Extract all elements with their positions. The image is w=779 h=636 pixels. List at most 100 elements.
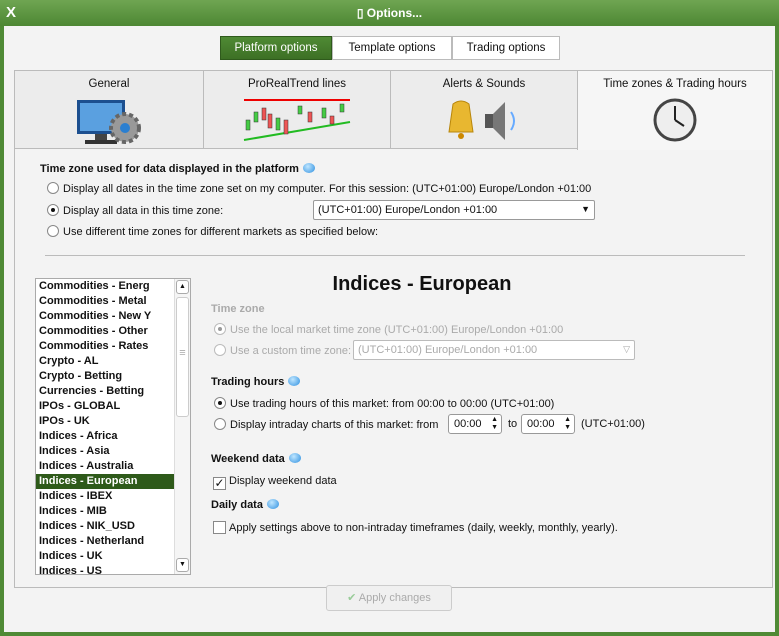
- tab-prorealtrend-lines[interactable]: ProRealTrend lines: [203, 70, 391, 149]
- market-list[interactable]: Commodities - Energ Commodities - Metal Co…: [35, 278, 191, 575]
- radio-label: Display intraday charts of this market: …: [230, 419, 439, 431]
- trendline-chart-icon: [243, 99, 351, 141]
- radio-icon[interactable]: [47, 182, 59, 194]
- radio-icon[interactable]: [214, 323, 226, 335]
- tab-general[interactable]: General: [14, 70, 204, 149]
- tab-alerts-sounds[interactable]: Alerts & Sounds: [390, 70, 578, 149]
- daily-data-heading: Daily data: [211, 499, 279, 511]
- window-title-text: Options...: [366, 6, 423, 20]
- heading-text: Time zone used for data displayed in the…: [40, 163, 299, 175]
- utc-label: (UTC+01:00): [581, 418, 645, 430]
- radio-different-timezones[interactable]: Use different time zones for different m…: [47, 225, 378, 238]
- timezone-heading: Time zone used for data displayed in the…: [40, 163, 315, 175]
- stepper-arrows-icon[interactable]: ▲ ▼: [491, 416, 498, 432]
- timezone-select[interactable]: (UTC+01:00) Europe/London +01:00 ▼: [313, 200, 595, 220]
- radio-label: Use different time zones for different m…: [63, 226, 379, 238]
- list-item[interactable]: Indices - IBEX: [36, 489, 174, 504]
- scrollbar[interactable]: ▲ ≡ ▼: [174, 279, 190, 574]
- scroll-up-button[interactable]: ▲: [176, 280, 189, 294]
- radio-label: Display all dates in the time zone set o…: [63, 183, 592, 195]
- radio-custom-intraday-hours[interactable]: Display intraday charts of this market: …: [214, 418, 438, 431]
- list-item[interactable]: Commodities - New Y: [36, 309, 174, 324]
- market-title: Indices - European: [332, 273, 512, 295]
- list-item[interactable]: Crypto - Betting: [36, 369, 174, 384]
- from-time-stepper[interactable]: 00:00 ▲ ▼: [448, 414, 502, 434]
- radio-label: Use trading hours of this market: from 0…: [230, 398, 555, 410]
- select-value: (UTC+01:00) Europe/London +01:00: [358, 344, 538, 356]
- list-item[interactable]: Indices - MIB: [36, 504, 174, 519]
- checkmark-icon: ✔: [347, 592, 359, 604]
- radio-icon[interactable]: [47, 204, 59, 216]
- daily-data-checkbox[interactable]: Apply settings above to non-intraday tim…: [213, 521, 618, 534]
- list-item[interactable]: Indices - UK: [36, 549, 174, 564]
- list-item[interactable]: Indices - Netherland: [36, 534, 174, 549]
- list-item[interactable]: IPOs - UK: [36, 414, 174, 429]
- candlestick-icon: ▯: [356, 6, 367, 20]
- list-item[interactable]: Commodities - Metal: [36, 294, 174, 309]
- list-item[interactable]: Indices - European: [36, 474, 174, 489]
- heading-text: Trading hours: [211, 376, 285, 388]
- help-bubble-icon[interactable]: [288, 453, 301, 463]
- list-item[interactable]: Commodities - Rates: [36, 339, 174, 354]
- radio-local-market-timezone[interactable]: Use the local market time zone (UTC+01:0…: [214, 323, 563, 336]
- chevron-down-icon: ▽: [623, 344, 630, 354]
- divider: [45, 255, 745, 256]
- weekend-data-heading: Weekend data: [211, 453, 301, 465]
- list-item[interactable]: Indices - Asia: [36, 444, 174, 459]
- radio-icon[interactable]: [47, 225, 59, 237]
- options-content: Platform options Template options Tradin…: [4, 26, 775, 632]
- checkbox-icon[interactable]: ✓: [213, 477, 226, 490]
- custom-timezone-select[interactable]: (UTC+01:00) Europe/London +01:00 ▽: [353, 340, 635, 360]
- scroll-down-button[interactable]: ▼: [176, 558, 189, 572]
- timezone-subheading: Time zone: [211, 303, 265, 315]
- radio-this-timezone[interactable]: Display all data in this time zone:: [47, 204, 223, 217]
- radio-custom-timezone[interactable]: Use a custom time zone:: [214, 344, 351, 357]
- checkbox-label: Apply settings above to non-intraday tim…: [229, 522, 618, 534]
- tab-platform-options[interactable]: Platform options: [220, 36, 332, 60]
- list-item[interactable]: Indices - Australia: [36, 459, 174, 474]
- list-item[interactable]: IPOs - GLOBAL: [36, 399, 174, 414]
- radio-market-trading-hours[interactable]: Use trading hours of this market: from 0…: [214, 397, 554, 410]
- scroll-thumb[interactable]: ≡: [176, 297, 189, 417]
- chevron-down-icon: ▼: [581, 204, 590, 214]
- window-title: ▯ Options...: [0, 6, 779, 20]
- clock-icon: [653, 98, 697, 142]
- stepper-value: 00:00: [527, 418, 555, 430]
- checkbox-label: Display weekend data: [229, 475, 337, 487]
- list-item[interactable]: Indices - NIK_USD: [36, 519, 174, 534]
- stepper-value: 00:00: [454, 418, 482, 430]
- heading-text: Daily data: [211, 499, 263, 511]
- list-item[interactable]: Crypto - AL: [36, 354, 174, 369]
- tab-trading-options[interactable]: Trading options: [452, 36, 560, 60]
- checkbox-icon[interactable]: [213, 521, 226, 534]
- tab-template-options[interactable]: Template options: [332, 36, 452, 60]
- radio-icon[interactable]: [214, 397, 226, 409]
- to-time-stepper[interactable]: 00:00 ▲ ▼: [521, 414, 575, 434]
- list-item[interactable]: Commodities - Other: [36, 324, 174, 339]
- list-item[interactable]: Commodities - Energ: [36, 279, 174, 294]
- list-item[interactable]: Currencies - Betting: [36, 384, 174, 399]
- stepper-arrows-icon[interactable]: ▲ ▼: [564, 416, 571, 432]
- tab-label: ProRealTrend lines: [247, 78, 346, 90]
- title-bar: X ▯ Options...: [0, 0, 779, 26]
- list-item[interactable]: Indices - Africa: [36, 429, 174, 444]
- help-bubble-icon[interactable]: [266, 499, 279, 509]
- monitor-gear-icon: [77, 100, 141, 144]
- tab-time-zones-trading-hours[interactable]: Time zones & Trading hours: [577, 70, 773, 150]
- radio-icon[interactable]: [214, 344, 226, 356]
- select-value: (UTC+01:00) Europe/London +01:00: [318, 204, 498, 216]
- tab-label: General: [88, 78, 130, 90]
- help-bubble-icon[interactable]: [288, 376, 301, 386]
- tab-label: Alerts & Sounds: [442, 78, 526, 90]
- weekend-data-checkbox[interactable]: ✓ Display weekend data: [213, 475, 337, 490]
- radio-computer-timezone[interactable]: Display all dates in the time zone set o…: [47, 182, 591, 195]
- list-item[interactable]: Indices - US: [36, 564, 174, 574]
- help-bubble-icon[interactable]: [302, 163, 315, 173]
- apply-changes-button[interactable]: ✔ Apply changes: [326, 585, 452, 611]
- button-label: Apply changes: [358, 592, 431, 604]
- bell-speaker-icon: [448, 100, 515, 140]
- to-label: to: [508, 418, 518, 430]
- radio-label: Use a custom time zone:: [230, 345, 352, 357]
- radio-icon[interactable]: [214, 418, 226, 430]
- heading-text: Weekend data: [211, 453, 285, 465]
